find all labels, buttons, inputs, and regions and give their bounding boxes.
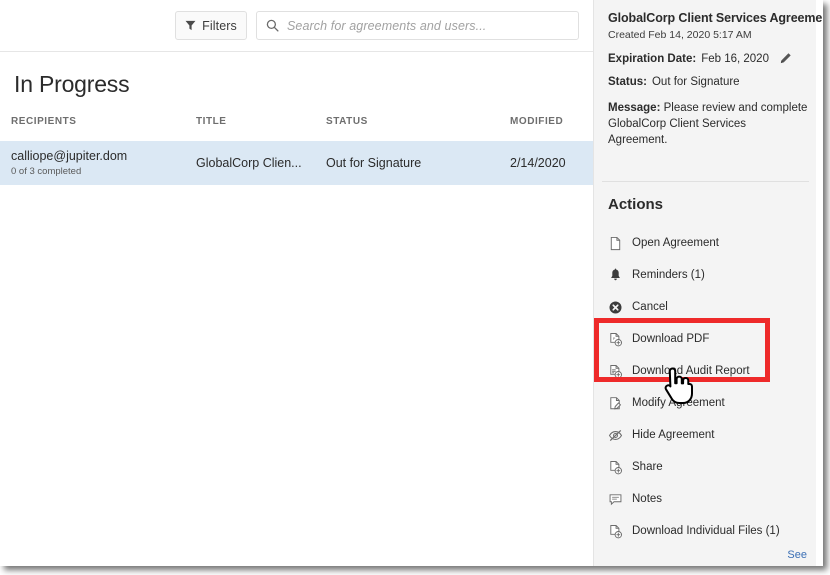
message-row: Message: Please review and complete Glob… [608,100,808,148]
table-row[interactable]: calliope@jupiter.dom 0 of 3 completed Gl… [0,141,593,185]
expiration-date-value: Feb 16, 2020 [701,52,769,65]
message-label: Message: [608,102,661,114]
funnel-icon [185,20,196,31]
search-icon [266,19,279,32]
main-content-area: Filters Search for agreements and users.… [0,0,593,566]
cancel-circle-icon [608,300,623,315]
search-input[interactable]: Search for agreements and users... [256,11,579,40]
application-window: Filters Search for agreements and users.… [0,0,823,566]
document-icon [608,236,623,251]
action-modify-agreement[interactable]: Modify Agreement [594,387,817,419]
row-status: Out for Signature [326,156,422,170]
action-label: Notes [632,493,663,505]
download-files-icon [608,524,623,539]
detail-panel-header: GlobalCorp Client Services Agreement Cre… [594,0,823,148]
table-column-headers: RECIPIENTS TITLE STATUS MODIFIED [0,116,593,141]
action-hide-agreement[interactable]: Hide Agreement [594,419,817,451]
column-header-status: STATUS [326,116,368,127]
column-header-recipients: RECIPIENTS [11,116,77,127]
action-reminders[interactable]: Reminders (1) [594,259,817,291]
row-recipient-email: calliope@jupiter.dom [11,149,128,163]
download-pdf-icon: P [608,332,623,347]
row-modified-date: 2/14/2020 [510,156,566,170]
action-share[interactable]: Share [594,451,817,483]
action-label: Modify Agreement [632,397,725,409]
action-label: Download PDF [632,333,710,345]
edit-document-icon [608,396,623,411]
column-header-title: TITLE [196,116,227,127]
status-value: Out for Signature [651,76,740,88]
row-completion-status: 0 of 3 completed [11,166,82,177]
action-notes[interactable]: Notes [594,483,817,515]
share-document-icon [608,460,623,475]
actions-list: Open Agreement Reminders (1) Cancel P Do… [594,227,817,547]
note-icon [608,492,623,507]
action-download-audit-report[interactable]: Download Audit Report [594,355,817,387]
action-label: Cancel [632,301,668,313]
column-header-modified: MODIFIED [510,116,564,127]
row-title: GlobalCorp Clien... [196,156,302,170]
status-row: Status: Out for Signature [608,76,817,88]
status-label: Status: [608,76,647,88]
expiration-date-row: Expiration Date: Feb 16, 2020 [608,52,817,65]
expiration-date-label: Expiration Date: [608,52,697,65]
agreement-title: GlobalCorp Client Services Agreement [608,11,823,25]
eye-slash-icon [608,428,623,443]
list-toolbar: Filters Search for agreements and users.… [0,0,593,52]
panel-divider [602,181,809,182]
action-download-individual-files[interactable]: Download Individual Files (1) [594,515,817,547]
search-placeholder: Search for agreements and users... [287,18,487,33]
see-more-link[interactable]: See [787,549,807,561]
svg-text:P: P [613,336,616,341]
download-audit-icon [608,364,623,379]
agreement-detail-panel: GlobalCorp Client Services Agreement Cre… [593,0,823,566]
action-label: Download Audit Report [632,365,750,377]
action-cancel[interactable]: Cancel [594,291,817,323]
action-label: Share [632,461,663,473]
pencil-icon[interactable] [774,52,792,65]
action-label: Reminders (1) [632,269,705,281]
actions-heading: Actions [608,196,664,213]
action-download-pdf[interactable]: P Download PDF [594,323,817,355]
action-label: Download Individual Files (1) [632,525,780,537]
action-label: Hide Agreement [632,429,715,441]
filters-label: Filters [202,18,237,33]
bell-icon [608,268,623,283]
filters-button[interactable]: Filters [175,11,247,40]
action-open-agreement[interactable]: Open Agreement [594,227,817,259]
agreement-created-date: Created Feb 14, 2020 5:17 AM [608,29,752,41]
page-title: In Progress [14,71,130,97]
action-label: Open Agreement [632,237,719,249]
